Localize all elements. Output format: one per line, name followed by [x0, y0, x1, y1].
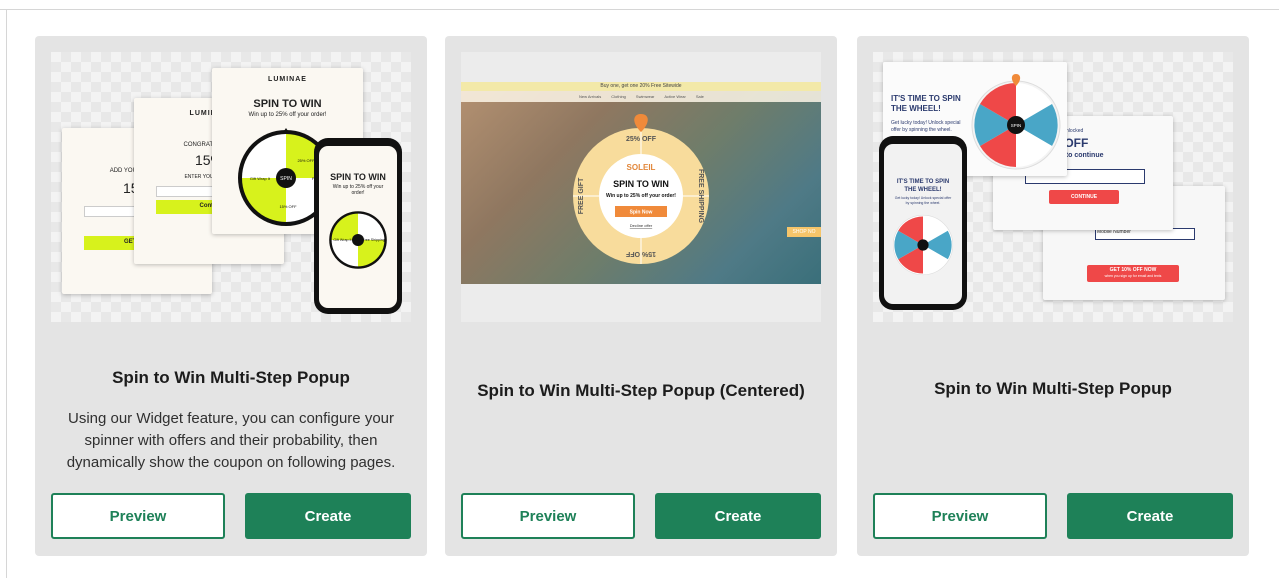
phone-preview: IT'S TIME TO SPIN THE WHEEL! Get lucky t…: [879, 136, 967, 310]
popup-step-title: IT'S TIME TO SPIN THE WHEEL!: [896, 179, 950, 193]
svg-text:Gift Wrap It: Gift Wrap It: [333, 238, 351, 242]
create-button[interactable]: Create: [245, 493, 411, 539]
popup-step-title: SPIN TO WIN: [330, 172, 386, 182]
template-card-1: ADD YOUR PHONE 15% GET 15% LUMINAE CONGR…: [35, 36, 427, 556]
popup-step-subtitle: Win up to 25% off your order!: [248, 112, 327, 118]
svg-text:15% OFF: 15% OFF: [279, 204, 297, 209]
preview-button[interactable]: Preview: [51, 493, 225, 539]
svg-text:SPIN: SPIN: [280, 176, 292, 182]
spin-wheel: SPIN: [971, 74, 1061, 170]
svg-text:Decline offer: Decline offer: [630, 223, 653, 228]
popup-step-body: Get lucky today! Unlock special offer by…: [894, 196, 952, 205]
content-frame-top: [0, 9, 1279, 10]
create-button[interactable]: Create: [1067, 493, 1233, 539]
svg-text:15% OFF: 15% OFF: [625, 250, 656, 257]
content-frame-left: [6, 9, 7, 578]
popup-step-button: GET 10% OFF NOW: [1109, 267, 1157, 273]
template-thumbnail: Buy one, get one 20% Free Sitewide New A…: [461, 52, 821, 322]
spin-wheel: 25% OFF FREE SHIPPING 15% OFF FREE GIFT …: [573, 114, 709, 264]
template-card-3: Mobile Number GET 10% OFF NOW when you s…: [857, 36, 1249, 556]
popup-step-subtitle: when you sign up for email and texts: [1104, 274, 1162, 278]
popup-step-title: SPIN TO WIN: [253, 98, 322, 110]
svg-text:Free Shipping: Free Shipping: [362, 238, 384, 242]
promo-banner: Buy one, get one 20% Free Sitewide: [600, 83, 682, 89]
spin-wheel: [892, 214, 954, 276]
svg-text:SPIN TO WIN: SPIN TO WIN: [613, 179, 669, 189]
shop-now-button: SHOP NO: [787, 227, 821, 237]
popup-step-title: IT'S TIME TO SPIN THE WHEEL!: [891, 94, 961, 113]
svg-text:SPIN: SPIN: [1011, 123, 1022, 128]
svg-text:FREE GIFT: FREE GIFT: [578, 177, 585, 214]
svg-text:Win up to 25% off your order!: Win up to 25% off your order!: [606, 193, 676, 199]
popup-step-body: Get lucky today! Unlock special offer by…: [891, 120, 961, 133]
svg-text:25% OFF: 25% OFF: [626, 136, 657, 143]
template-title: Spin to Win Multi-Step Popup (Centered): [477, 381, 805, 400]
svg-text:Spin Now: Spin Now: [630, 210, 653, 216]
create-button[interactable]: Create: [655, 493, 821, 539]
brand-logo: LUMINAE: [268, 76, 307, 83]
template-description: Using our Widget feature, you can config…: [66, 410, 396, 471]
preview-button[interactable]: Preview: [461, 493, 635, 539]
template-thumbnail: ADD YOUR PHONE 15% GET 15% LUMINAE CONGR…: [51, 52, 411, 322]
template-title: Spin to Win Multi-Step Popup: [934, 379, 1172, 398]
preview-button[interactable]: Preview: [873, 493, 1047, 539]
svg-text:FREE SHIPPING: FREE SHIPPING: [697, 169, 704, 224]
storefront-nav: New Arrivals Clothing Swimwear Active We…: [579, 94, 704, 99]
template-thumbnail: Mobile Number GET 10% OFF NOW when you s…: [873, 52, 1233, 322]
popup-step-button: CONTINUE: [1070, 194, 1098, 200]
popup-step-subtitle: Win up to 25% off your order!: [332, 184, 384, 196]
phone-preview: SPIN TO WIN Win up to 25% off your order…: [314, 138, 402, 314]
template-card-2: Buy one, get one 20% Free Sitewide New A…: [445, 36, 837, 556]
template-title: Spin to Win Multi-Step Popup: [112, 368, 350, 387]
svg-text:Gift Wrap It: Gift Wrap It: [250, 176, 271, 181]
svg-text:25% OFF: 25% OFF: [297, 158, 315, 163]
svg-text:SOLEIL: SOLEIL: [627, 163, 656, 172]
spin-wheel: Gift Wrap It Free Shipping: [329, 211, 387, 269]
